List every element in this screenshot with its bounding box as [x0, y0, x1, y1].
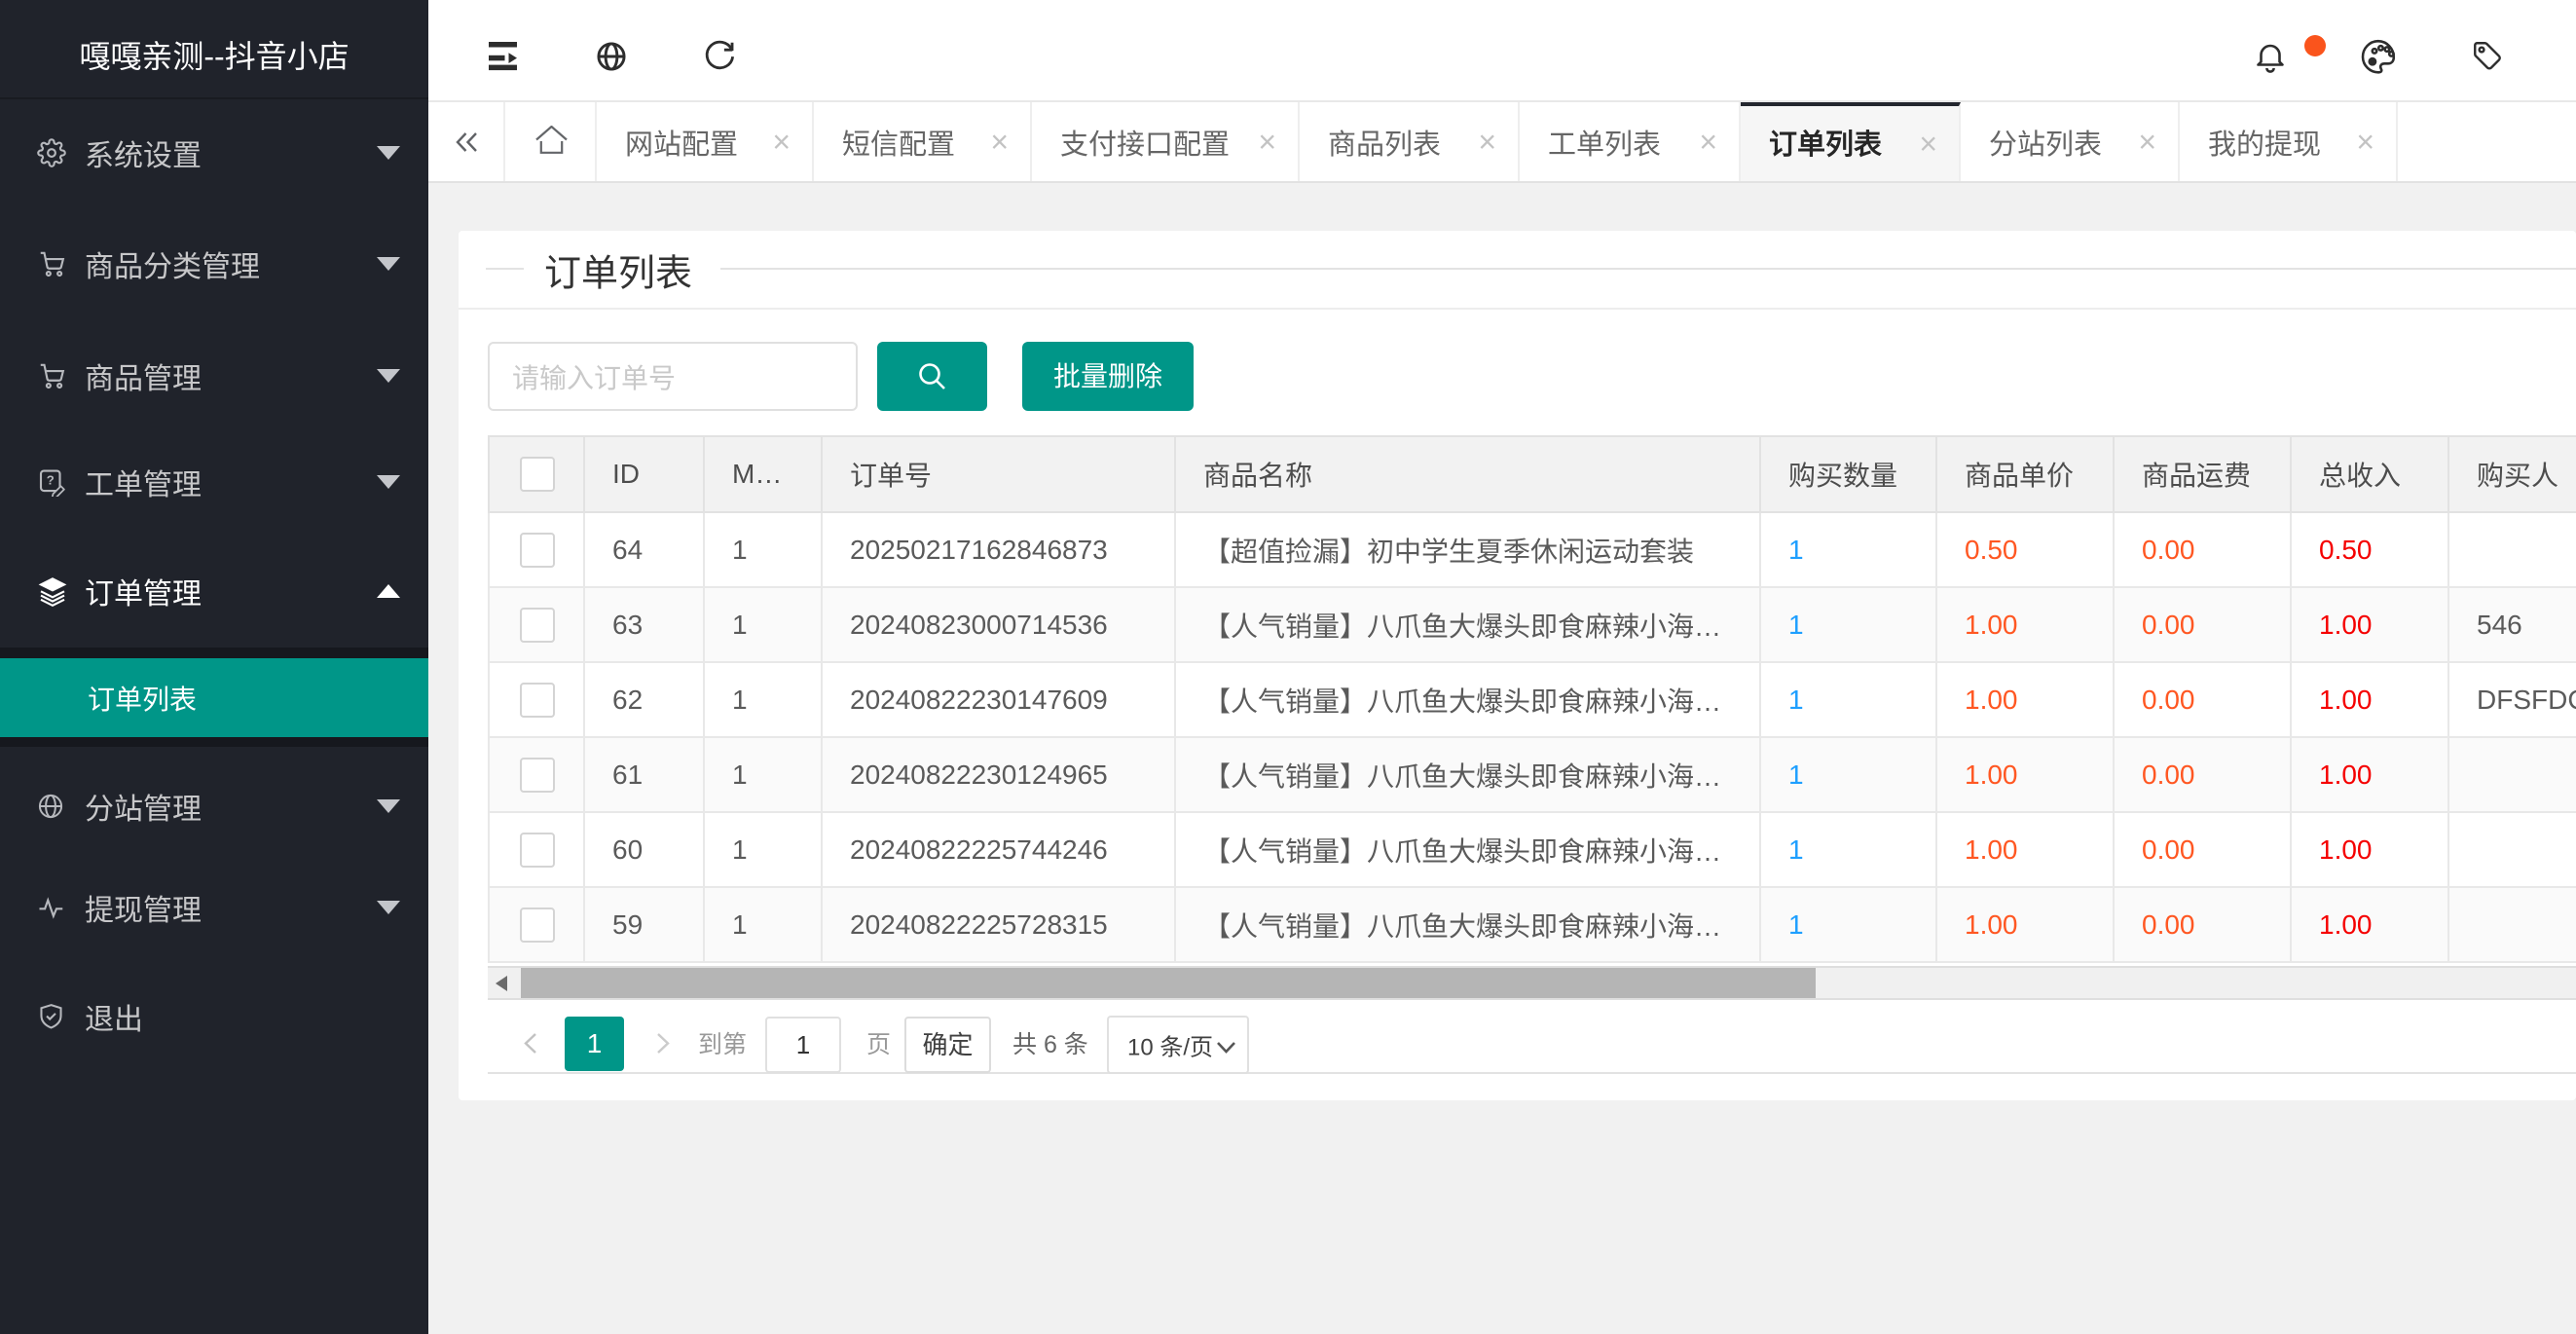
svg-text:?: ? [47, 473, 55, 488]
